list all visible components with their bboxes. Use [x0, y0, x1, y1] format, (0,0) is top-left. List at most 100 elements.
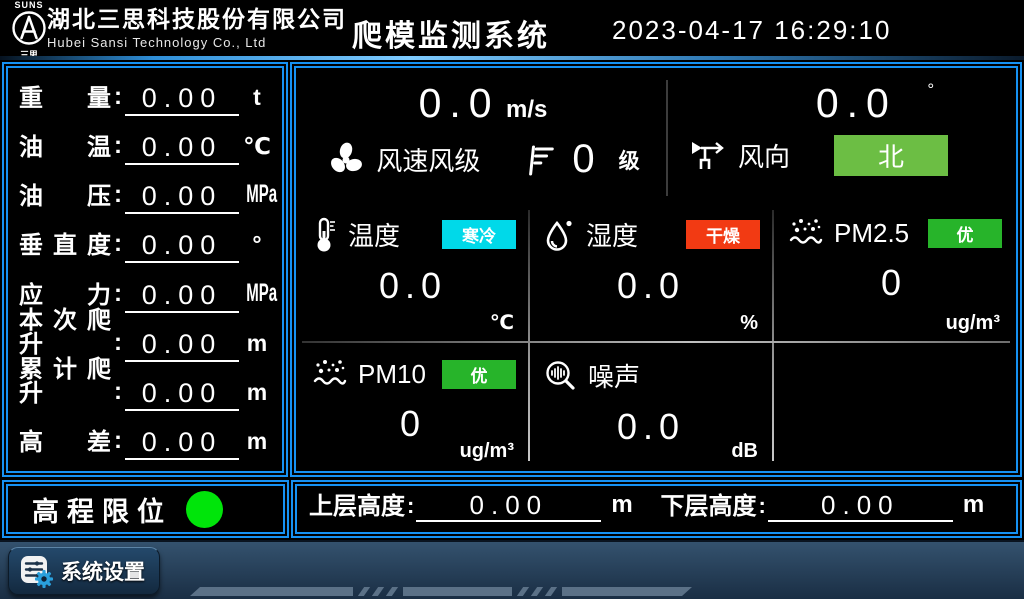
metric-row-height-diff: 高差 : 0.00 m: [13, 418, 277, 465]
lower-height-label: 下层高度: [661, 495, 757, 522]
metric-unit: °: [239, 231, 275, 263]
sensor-cell-pm25: PM2.5 优 0 ug/m³: [776, 204, 1012, 339]
upper-height-unit: m: [601, 491, 632, 522]
sensor-unit: ug/m³: [946, 312, 1000, 335]
sensor-header: PM2.5 优: [776, 204, 1012, 250]
system-settings-button[interactable]: 系统设置: [8, 547, 160, 595]
metric-label: 累计爬升: [19, 358, 111, 411]
wind-speed-label: 风速风级: [376, 141, 480, 178]
taskbar: 系统设置: [0, 540, 1024, 599]
grid-divider-horizontal: [302, 341, 1010, 343]
colon: :: [111, 427, 125, 460]
status-badge-cold: 寒冷: [442, 220, 516, 249]
status-badge-dry: 干燥: [686, 220, 760, 249]
metric-row-oil-temp: 油温 : 0.00 ℃: [13, 123, 277, 170]
colon: :: [111, 280, 125, 313]
sensor-header: PM10 优: [300, 345, 526, 391]
grid-divider-vertical-2: [772, 210, 774, 461]
sensor-unit: %: [740, 312, 758, 335]
wind-direction-button[interactable]: 北: [834, 135, 948, 176]
company-name-en: Hubei Sansi Technology Co., Ltd: [47, 35, 347, 50]
elevation-limit-status-indicator: [186, 491, 223, 528]
sensor-cell-humidity: 湿度 干燥 0.0 %: [532, 204, 770, 339]
colon: :: [111, 132, 125, 165]
sensor-unit: dB: [731, 440, 758, 463]
wind-speed-section: 0.0 m/s 风速风级: [300, 72, 666, 202]
metric-unit: MPa: [246, 279, 268, 313]
dust-particles-icon: [788, 216, 824, 250]
dust-particles-icon: [312, 357, 348, 391]
metric-value: 0.00: [125, 280, 239, 313]
wind-level-row: 风速风级 0 级: [300, 137, 666, 182]
metrics-panel: 重量 : 0.00 t 油温 : 0.00 ℃ 油压 : 0.00 MPa 垂直…: [2, 62, 288, 477]
upper-height-label: 上层高度: [309, 495, 405, 522]
metric-unit: ℃: [239, 133, 275, 165]
company-logo: SUNS 三思: [9, 0, 49, 57]
page-title: 爬模监测系统: [352, 11, 550, 55]
wind-direction-label: 风向: [738, 137, 790, 174]
metric-row-oil-pressure: 油压 : 0.00 MPa: [13, 172, 277, 219]
metric-label: 重量: [19, 87, 111, 116]
sensor-name: PM10: [358, 359, 426, 390]
wind-level-value: 0: [572, 137, 594, 182]
lower-height-value: 0.00: [768, 491, 953, 522]
fan-icon: [326, 140, 366, 180]
thermometer-icon: [312, 217, 338, 253]
environment-inner: 0.0 m/s 风速风级: [300, 72, 1012, 467]
metric-unit: m: [239, 330, 275, 362]
metric-unit: m: [239, 428, 275, 460]
metric-value: 0.00: [125, 329, 239, 362]
suns-logo-icon: [11, 10, 47, 46]
upper-height-group: 上层高度 : 0.00 m: [309, 491, 647, 522]
colon: :: [111, 329, 125, 362]
metric-value: 0.00: [125, 83, 239, 116]
metric-label: 本次爬升: [19, 309, 111, 362]
sensor-value: 0: [300, 403, 526, 445]
metric-unit: t: [239, 84, 275, 116]
metric-row-weight: 重量 : 0.00 t: [13, 74, 277, 121]
sensor-header: 温度 寒冷: [300, 204, 526, 253]
system-settings-label: 系统设置: [61, 556, 145, 586]
upper-height-value: 0.00: [416, 491, 601, 522]
layer-heights-inner: 上层高度 : 0.00 m 下层高度 : 0.00 m: [301, 490, 1012, 528]
header: SUNS 三思 湖北三思科技股份有限公司 Hubei Sansi Technol…: [0, 0, 1024, 57]
sensor-header: 噪声: [532, 345, 770, 394]
colon: :: [111, 181, 125, 214]
colon: :: [111, 378, 125, 411]
sensor-name: 噪声: [588, 357, 640, 394]
metric-unit: MPa: [246, 180, 268, 214]
metric-value: 0.00: [125, 132, 239, 165]
colon: :: [405, 493, 416, 522]
wind-level-unit: 级: [619, 145, 640, 175]
metric-value: 0.00: [125, 181, 239, 214]
sensor-cell-pm10: PM10 优 0 ug/m³: [300, 345, 526, 467]
header-divider: [0, 56, 1024, 60]
metric-row-total-climb: 累计爬升 : 0.00 m: [13, 369, 277, 416]
sensor-unit: ug/m³: [460, 440, 514, 463]
wind-vane-icon: [690, 139, 726, 173]
sensor-header: 湿度 干燥: [532, 204, 770, 253]
status-badge-good: 优: [442, 360, 516, 389]
grid-divider-vertical-1: [528, 210, 530, 461]
metric-unit: m: [239, 379, 275, 411]
wind-direction-unit: °: [927, 80, 934, 99]
layer-heights-panel: 上层高度 : 0.00 m 下层高度 : 0.00 m: [291, 480, 1022, 538]
sensor-grid: 温度 寒冷 0.0 ℃ 湿度 干燥: [300, 204, 1012, 467]
droplet-icon: [544, 217, 576, 253]
logo-text-top: SUNS: [9, 0, 49, 10]
sensor-unit: ℃: [490, 310, 514, 335]
wind-level-flag-icon: [526, 142, 556, 178]
settings-sliders-gear-icon: [19, 554, 53, 588]
metric-label: 垂直度: [19, 234, 111, 263]
metric-row-verticality: 垂直度 : 0.00 °: [13, 221, 277, 268]
colon: :: [111, 230, 125, 263]
monitoring-screen: SUNS 三思 湖北三思科技股份有限公司 Hubei Sansi Technol…: [0, 0, 1024, 599]
sensor-name: 湿度: [586, 216, 638, 253]
sensor-cell-temperature: 温度 寒冷 0.0 ℃: [300, 204, 526, 339]
sensor-value: 0.0: [300, 265, 526, 307]
elevation-limit-inner: 高程限位: [12, 490, 279, 528]
environment-panel: 0.0 m/s 风速风级: [290, 62, 1022, 477]
metrics-rows: 重量 : 0.00 t 油温 : 0.00 ℃ 油压 : 0.00 MPa 垂直…: [13, 73, 277, 466]
wind-speed-unit: m/s: [506, 96, 547, 123]
sensor-cell-noise: 噪声 0.0 dB: [532, 345, 770, 467]
